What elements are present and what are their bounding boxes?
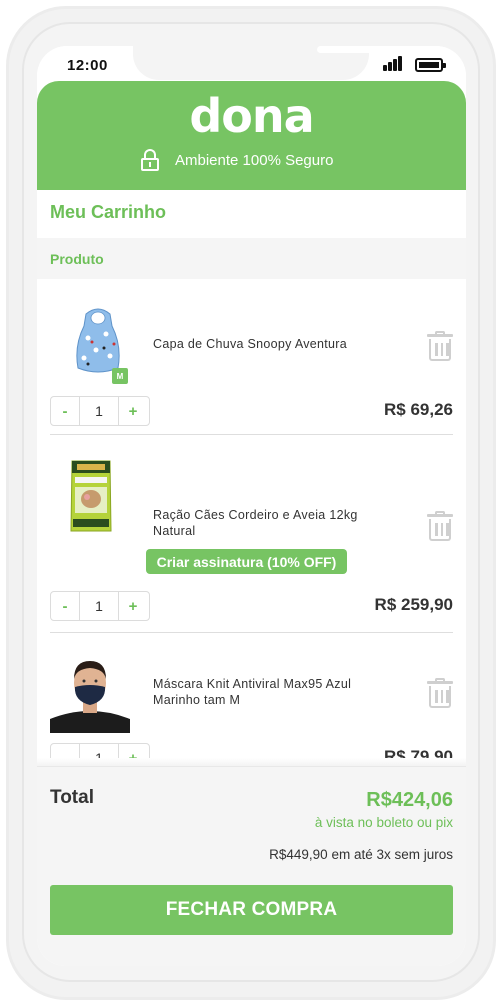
secure-notice: Ambiente 100% Seguro <box>141 149 333 171</box>
product-image-mask <box>50 657 130 733</box>
lock-icon <box>141 149 159 171</box>
total-value: R$424,06 <box>366 789 453 811</box>
size-badge: M <box>112 368 128 384</box>
secure-text: Ambiente 100% Seguro <box>175 151 334 169</box>
section-label: Produto <box>50 251 104 267</box>
cart-item: Máscara Knit Antiviral Max95 Azul Marinh… <box>50 587 453 785</box>
notch <box>133 46 375 80</box>
product-name[interactable]: Máscara Knit Antiviral Max95 Azul Marinh… <box>153 676 393 708</box>
installment-info: R$449,90 em até 3x sem juros <box>269 847 453 862</box>
order-summary: Total R$424,06 à vista no boleto ou pix … <box>37 766 466 966</box>
product-name[interactable]: Capa de Chuva Snoopy Aventura <box>153 336 403 352</box>
signal-icon <box>383 56 405 71</box>
trash-icon[interactable] <box>427 331 453 361</box>
trash-icon[interactable] <box>427 678 453 708</box>
quantity-stepper: - 1 + <box>50 396 150 426</box>
item-price: R$ 69,26 <box>384 400 453 419</box>
decrease-button[interactable]: - <box>51 397 79 425</box>
section-header: Produto <box>37 238 466 279</box>
battery-icon <box>415 58 446 72</box>
total-label: Total <box>50 787 94 808</box>
product-image-dog-food <box>70 460 112 532</box>
page-title: Meu Carrinho <box>50 202 167 222</box>
product-name[interactable]: Ração Cães Cordeiro e Aveia 12kg Natural <box>153 507 393 539</box>
logo[interactable]: dona <box>37 89 466 143</box>
quantity-value[interactable]: 1 <box>79 397 119 425</box>
trash-icon[interactable] <box>427 511 453 541</box>
cart-item: Ração Cães Cordeiro e Aveia 12kg Natural… <box>50 435 453 633</box>
speaker <box>317 46 375 53</box>
product-image-raincoat <box>76 308 120 373</box>
subscription-button[interactable]: Criar assinatura (10% OFF) <box>146 549 347 574</box>
status-bar: 12:00 <box>37 46 466 82</box>
status-time: 12:00 <box>67 57 108 74</box>
increase-button[interactable]: + <box>119 397 147 425</box>
payment-note: à vista no boleto ou pix <box>314 815 453 830</box>
checkout-button[interactable]: FECHAR COMPRA <box>50 885 453 935</box>
header: dona Ambiente 100% Seguro <box>37 81 466 190</box>
cart-item: M Capa de Chuva Snoopy Aventura - 1 + R$… <box>50 289 453 435</box>
app-screen: 12:00 dona Ambiente 100% Seguro Meu Carr… <box>37 46 466 966</box>
